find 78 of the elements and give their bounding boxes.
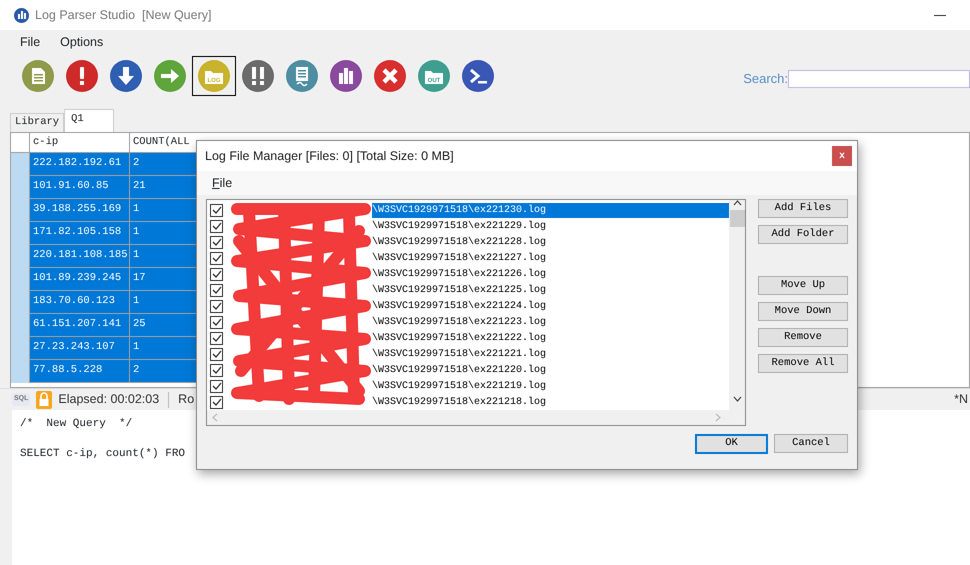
ok-button[interactable]: OK	[695, 434, 768, 454]
dialog-button[interactable]: Add Folder	[758, 225, 848, 244]
list-item[interactable]: \W3SVC1929971518\ex221221.log	[372, 346, 729, 362]
status-text: *N	[954, 391, 968, 408]
table-cell: 77.88.5.228	[30, 360, 130, 383]
search-label: Search:	[743, 70, 788, 88]
table-cell: 25	[130, 314, 196, 337]
dialog-title: Log File Manager [Files: 0] [Total Size: 0 MB]	[205, 148, 454, 165]
checkbox[interactable]	[210, 284, 223, 296]
list-item[interactable]: \W3SVC1929971518\ex221228.log	[372, 234, 729, 250]
horizontal-scrollbar[interactable]	[207, 410, 745, 425]
list-item[interactable]: \W3SVC1929971518\ex221227.log	[372, 250, 729, 266]
table-cell: 1	[130, 245, 196, 268]
table-cell: 1	[130, 291, 196, 314]
up-chevron-icon	[732, 200, 742, 206]
right-chevron-icon	[715, 413, 721, 422]
elapsed-time: Elapsed: 00:02:03	[58, 391, 160, 408]
table-cell: 1	[130, 199, 196, 222]
list-item[interactable]: \W3SVC1929971518\ex221218.log	[372, 394, 729, 410]
menu-item[interactable]: Options	[60, 32, 104, 52]
checkbox[interactable]	[210, 364, 223, 376]
checkbox[interactable]	[210, 236, 223, 248]
down-chevron-icon	[732, 396, 742, 402]
table-cell: 1	[130, 337, 196, 360]
table-cell: 27.23.243.107	[30, 337, 130, 360]
checkbox[interactable]	[210, 396, 223, 408]
menu-item[interactable]: File	[212, 174, 232, 192]
list-item[interactable]: \W3SVC1929971518\ex221223.log	[372, 314, 729, 330]
table-cell: 101.91.60.85	[30, 176, 130, 199]
table-cell: 17	[130, 268, 196, 291]
table-cell: 220.181.108.185	[30, 245, 130, 268]
tab[interactable]: Library	[10, 113, 64, 132]
list-item[interactable]: \W3SVC1929971518\ex221230.log	[372, 202, 729, 218]
table-cell: 171.82.105.158	[30, 222, 130, 245]
app-logo-icon	[14, 8, 29, 22]
file-list[interactable]	[206, 199, 746, 426]
checkbox[interactable]	[210, 300, 223, 312]
dialog-button[interactable]: Remove All	[758, 354, 848, 373]
list-item[interactable]: \W3SVC1929971518\ex221226.log	[372, 266, 729, 282]
list-item[interactable]: \W3SVC1929971518\ex221219.log	[372, 378, 729, 394]
table-cell: 1	[130, 222, 196, 245]
list-item[interactable]: \W3SVC1929971518\ex221225.log	[372, 282, 729, 298]
table-cell: 222.182.192.61	[30, 153, 130, 176]
table-cell: 39.188.255.169	[30, 199, 130, 222]
cancel-button[interactable]: Cancel	[774, 434, 848, 453]
checkbox[interactable]	[210, 316, 223, 328]
table-cell: 101.89.239.245	[30, 268, 130, 291]
checkbox[interactable]	[210, 252, 223, 264]
list-item[interactable]: \W3SVC1929971518\ex221222.log	[372, 330, 729, 346]
code-line: SELECT c-ip, count(*) FRO	[20, 447, 186, 460]
checkbox[interactable]	[210, 348, 223, 360]
checkbox[interactable]	[210, 220, 223, 232]
table-cell: 2	[130, 360, 196, 383]
checkbox[interactable]	[210, 268, 223, 280]
search-field[interactable]	[788, 70, 970, 88]
list-item[interactable]: \W3SVC1929971518\ex221224.log	[372, 298, 729, 314]
dialog-button[interactable]: Move Down	[758, 302, 848, 321]
table-cell: 183.70.60.123	[30, 291, 130, 314]
table-cell: 21	[130, 176, 196, 199]
tab[interactable]: Q1	[64, 109, 114, 132]
checkbox[interactable]	[210, 380, 223, 392]
status-text: Ro	[178, 391, 194, 408]
vertical-scrollbar[interactable]	[729, 200, 745, 410]
menu-item[interactable]: File	[20, 32, 40, 52]
dialog-button[interactable]: Move Up	[758, 276, 848, 295]
dialog-button[interactable]: Add Files	[758, 199, 848, 218]
list-item[interactable]: \W3SVC1929971518\ex221229.log	[372, 218, 729, 234]
table-cell: 2	[130, 153, 196, 176]
checkbox[interactable]	[210, 204, 223, 216]
checkbox[interactable]	[210, 332, 223, 344]
table-cell: 61.151.207.141	[30, 314, 130, 337]
scroll-thumb[interactable]	[730, 210, 744, 227]
list-item[interactable]: \W3SVC1929971518\ex221220.log	[372, 362, 729, 378]
dialog-button[interactable]: Remove	[758, 328, 848, 347]
window-title: Log Parser Studio [New Query]	[35, 6, 212, 24]
code-line: /* New Query */	[20, 417, 132, 430]
close-button[interactable]: x	[832, 146, 852, 166]
left-chevron-icon	[212, 413, 218, 422]
